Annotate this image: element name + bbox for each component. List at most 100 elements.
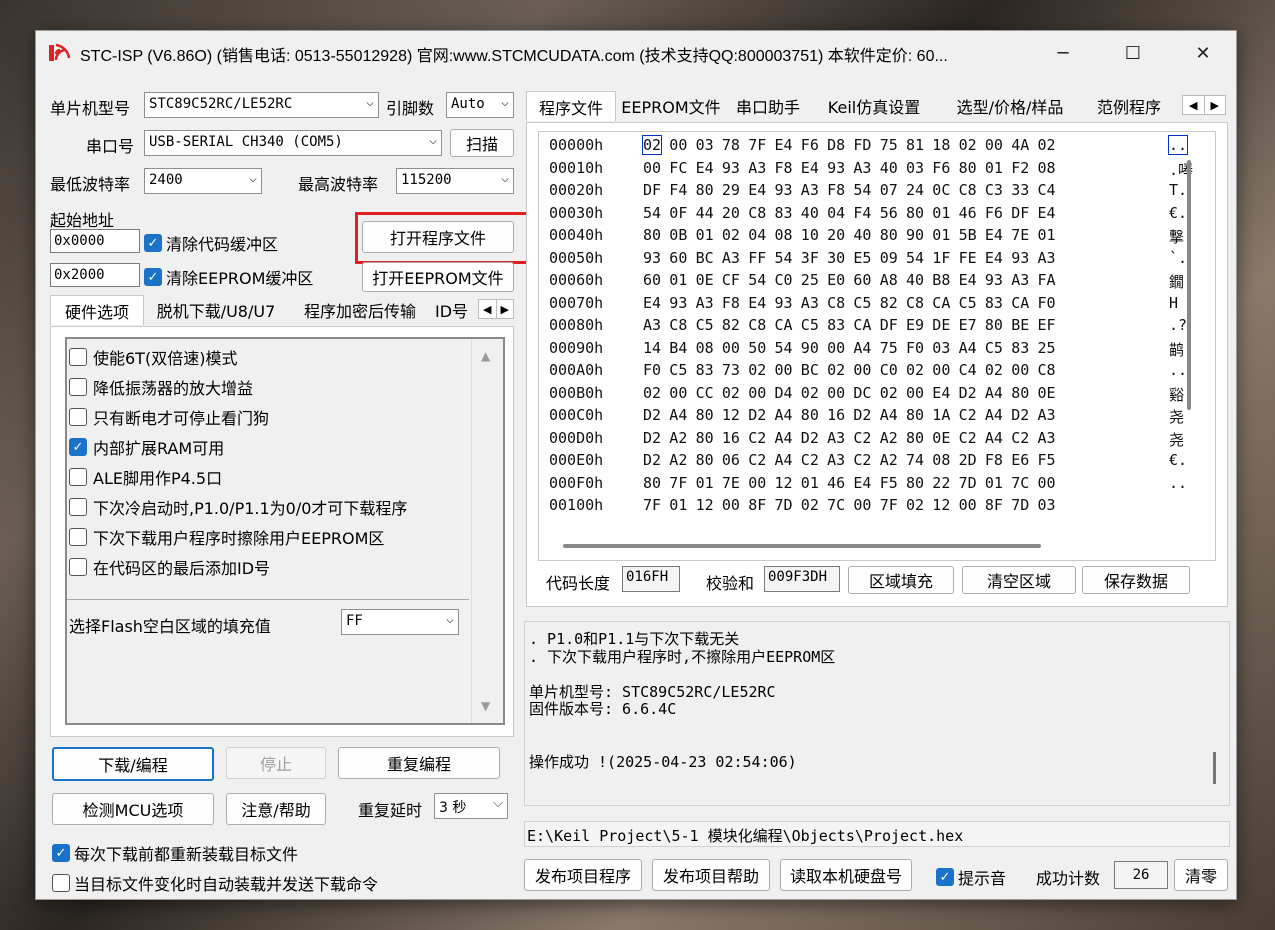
maximize-button[interactable]: ☐ [1098,31,1168,75]
hex-view[interactable]: 00000h 02 00 03 78 7F E4 F6 D8 FD 75 81 18 02 00 4A 02..… [538,131,1216,561]
reprogram-button[interactable]: 重复编程 [338,747,500,779]
hex-byte[interactable]: 7C [1011,474,1029,492]
clear-eeprom-checkbox[interactable]: ✓ [144,268,162,286]
beep-checkbox[interactable]: ✓ [936,868,954,886]
scroll-left-icon[interactable]: ◀ [479,300,496,318]
hex-byte[interactable]: FC [669,159,687,177]
hex-byte[interactable]: D2 [748,406,766,424]
hex-byte[interactable]: C5 [696,316,714,334]
hex-byte[interactable]: C0 [880,361,898,379]
hex-byte[interactable]: C3 [985,181,1003,199]
hex-byte[interactable]: A2 [880,429,898,447]
hex-byte[interactable]: 0C [932,181,950,199]
hex-byte[interactable]: C8 [959,181,977,199]
hex-byte[interactable]: F4 [853,204,871,222]
hex-byte[interactable]: 00 [669,384,687,402]
hex-byte[interactable]: A3 [1038,406,1056,424]
hex-byte[interactable]: 20 [827,226,845,244]
hex-byte[interactable]: 7C [827,496,845,514]
hex-byte[interactable]: 40 [853,226,871,244]
hex-byte[interactable]: 7F [643,496,661,514]
options-scrollbar[interactable]: ▲ ▼ [471,339,503,723]
hex-byte[interactable]: F0 [906,339,924,357]
hex-byte[interactable]: 0B [669,226,687,244]
hex-byte[interactable]: 16 [722,429,740,447]
hex-byte[interactable]: 7D [775,496,793,514]
hex-byte[interactable]: A8 [880,271,898,289]
hex-byte[interactable]: 40 [880,159,898,177]
hex-byte[interactable]: C4 [959,361,977,379]
hex-byte[interactable]: 80 [696,451,714,469]
option-checkbox[interactable] [69,408,87,426]
hex-byte[interactable]: D2 [1011,406,1029,424]
hex-byte[interactable]: 25 [1038,339,1056,357]
tab-example-programs[interactable]: 范例程序 [1084,91,1174,121]
max-baud-select[interactable]: 115200 ⌵ [396,168,514,194]
scroll-left-icon[interactable]: ◀ [1183,96,1204,114]
clear-code-checkbox-row[interactable]: ✓ 清除代码缓冲区 [144,231,278,255]
hex-byte[interactable]: CA [853,316,871,334]
close-button[interactable]: ✕ [1168,31,1238,75]
help-button[interactable]: 注意/帮助 [226,793,326,825]
hex-byte[interactable]: C2 [801,451,819,469]
hex-byte[interactable]: C8 [748,316,766,334]
hex-byte[interactable]: 75 [880,136,898,154]
clear-count-button[interactable]: 清零 [1174,859,1228,891]
hex-byte[interactable]: 01 [669,271,687,289]
hex-byte[interactable]: 01 [696,474,714,492]
tab-hardware-options[interactable]: 硬件选项 [50,295,144,325]
hex-byte[interactable]: E4 [985,249,1003,267]
hex-byte[interactable]: 80 [959,159,977,177]
hex-byte[interactable]: A2 [880,451,898,469]
clear-eeprom-checkbox-row[interactable]: ✓ 清除EEPROM缓冲区 [144,265,313,289]
hex-byte[interactable]: 00 [853,496,871,514]
option-row[interactable]: ✓ 内部扩展RAM可用 [69,435,224,459]
hex-byte[interactable]: 93 [775,181,793,199]
hex-byte[interactable]: 7D [1011,496,1029,514]
hex-byte[interactable]: 02 [1038,136,1056,154]
hex-byte[interactable]: 40 [801,204,819,222]
eeprom-start-address-input[interactable] [50,263,140,287]
hex-byte[interactable]: A4 [775,429,793,447]
option-checkbox[interactable] [69,348,87,366]
hex-byte[interactable]: C8 [906,294,924,312]
hex-byte[interactable]: F8 [722,294,740,312]
hex-byte[interactable]: 80 [906,406,924,424]
hex-byte[interactable]: 83 [985,294,1003,312]
hex-byte[interactable]: 54 [853,181,871,199]
hex-byte[interactable]: 01 [669,496,687,514]
hex-byte[interactable]: D2 [643,406,661,424]
hex-byte[interactable]: 3F [801,249,819,267]
hex-byte[interactable]: 7F [669,474,687,492]
hex-byte[interactable]: 20 [722,204,740,222]
hex-byte[interactable]: 50 [748,339,766,357]
hex-byte[interactable]: 00 [1011,361,1029,379]
hex-byte[interactable]: E4 [748,294,766,312]
hex-byte[interactable]: 02 [906,496,924,514]
hex-byte[interactable]: 56 [880,204,898,222]
tab-keil-simulation[interactable]: Keil仿真设置 [812,91,936,121]
min-baud-select[interactable]: 2400 ⌵ [144,168,262,194]
hex-byte[interactable]: D4 [775,384,793,402]
hex-byte[interactable]: 02 [906,361,924,379]
detect-mcu-options-button[interactable]: 检测MCU选项 [52,793,214,825]
hex-byte[interactable]: 60 [643,271,661,289]
hex-byte[interactable]: A3 [748,159,766,177]
option-row[interactable]: 下次冷启动时,P1.0/P1.1为0/0才可下载程序 [69,495,407,519]
option-checkbox[interactable] [69,468,87,486]
hex-byte[interactable]: A3 [696,294,714,312]
hex-byte[interactable]: 80 [1011,384,1029,402]
hex-byte[interactable]: 08 [775,226,793,244]
reload-target-row[interactable]: ✓ 每次下载前都重新装载目标文件 [52,841,298,865]
hex-byte[interactable]: 1F [932,249,950,267]
publish-help-button[interactable]: 发布项目帮助 [652,859,770,891]
hex-byte[interactable]: F8 [985,451,1003,469]
hex-byte[interactable]: 80 [906,429,924,447]
scan-button[interactable]: 扫描 [450,129,514,157]
output-log[interactable]: . P1.0和P1.1与下次下载无关. 下次下载用户程序时,不擦除用户EEPRO… [524,621,1230,806]
hex-byte[interactable]: D8 [827,136,845,154]
hex-byte[interactable]: 01 [985,159,1003,177]
hex-byte[interactable]: 00 [1038,474,1056,492]
hex-byte[interactable]: 1A [932,406,950,424]
hex-byte[interactable]: 83 [1011,339,1029,357]
